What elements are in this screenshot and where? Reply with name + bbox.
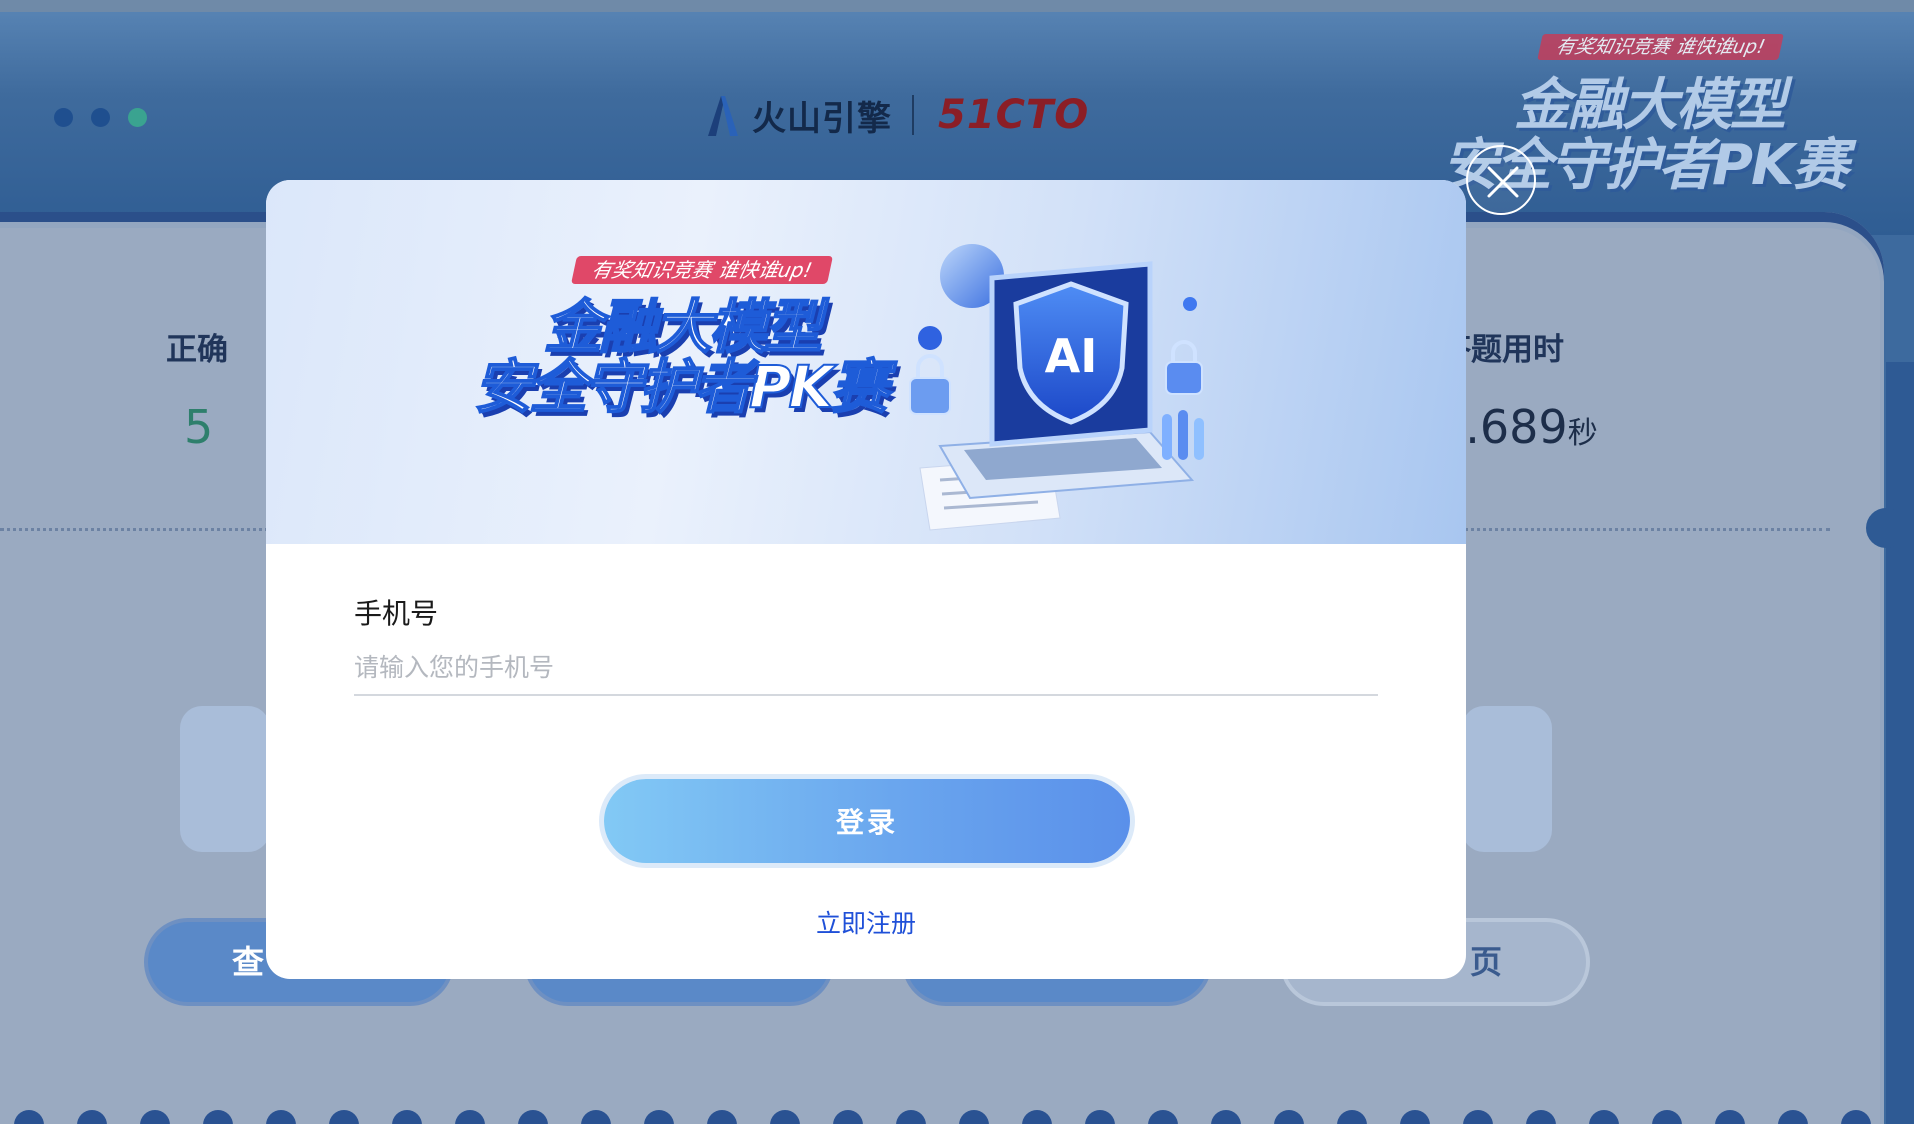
lock-icon	[909, 377, 951, 415]
dot-icon	[266, 1110, 296, 1124]
correct-label: 正确	[166, 332, 228, 368]
dot-icon	[455, 1110, 485, 1124]
answer-card	[180, 706, 270, 852]
dot-icon	[896, 1110, 926, 1124]
right-edge	[1886, 362, 1914, 1124]
dot-icon	[1022, 1110, 1052, 1124]
event-ribbon: 有奖知识竞赛 谁快谁up!	[1537, 34, 1784, 60]
dot-icon	[1463, 1110, 1493, 1124]
dot-icon	[54, 108, 73, 127]
dot-icon	[77, 1110, 107, 1124]
login-modal: 有奖知识竞赛 谁快谁up! 金融大模型 安全守护者PK赛 AI 手机号 请输入您…	[266, 180, 1466, 979]
bottom-dot-border	[14, 1110, 1871, 1124]
dot-icon	[959, 1110, 989, 1124]
dot-icon	[203, 1110, 233, 1124]
app-top-strip	[0, 0, 1914, 12]
brand-logo: 火山引擎 51CTO	[704, 92, 1090, 139]
dot-icon	[1652, 1110, 1682, 1124]
dot-icon	[1337, 1110, 1367, 1124]
dot-icon	[1148, 1110, 1178, 1124]
dot-icon	[518, 1110, 548, 1124]
correct-value: 5	[184, 400, 214, 454]
dot-icon	[1526, 1110, 1556, 1124]
dot-icon	[1274, 1110, 1304, 1124]
modal-banner: 有奖知识竞赛 谁快谁up! 金融大模型 安全守护者PK赛 AI	[266, 180, 1466, 544]
lock-icon	[1165, 361, 1203, 395]
dot-icon	[1715, 1110, 1745, 1124]
right-knob	[1866, 508, 1906, 548]
dot-icon	[707, 1110, 737, 1124]
banner-title-line2: 安全守护者PK赛	[473, 352, 889, 422]
answer-card	[1462, 706, 1552, 852]
logo-divider	[912, 95, 914, 135]
dot-icon	[1778, 1110, 1808, 1124]
dot-icon	[581, 1110, 611, 1124]
brand-primary: 火山引擎	[752, 98, 892, 139]
dot-icon	[14, 1110, 44, 1124]
login-button[interactable]: 登录	[604, 779, 1130, 863]
dot-icon	[392, 1110, 422, 1124]
window-dots	[54, 108, 147, 127]
dot-icon	[1085, 1110, 1115, 1124]
time-unit: 秒	[1567, 416, 1598, 451]
dot-icon	[128, 108, 147, 127]
brand-secondary: 51CTO	[938, 92, 1090, 138]
dot-icon	[770, 1110, 800, 1124]
dot-icon	[91, 108, 110, 127]
dot-icon	[329, 1110, 359, 1124]
security-illustration: AI	[909, 244, 1204, 531]
phone-input[interactable]	[354, 640, 1378, 696]
dot-icon	[833, 1110, 863, 1124]
close-button[interactable]	[1466, 145, 1536, 215]
close-icon	[1487, 166, 1519, 198]
register-link[interactable]: 立即注册	[266, 904, 1466, 940]
volcano-logo-icon	[708, 96, 738, 136]
shield-text: AI	[1045, 329, 1098, 383]
dot-icon	[1211, 1110, 1241, 1124]
dot-icon	[1400, 1110, 1430, 1124]
phone-label: 手机号	[354, 597, 439, 630]
dot-icon	[1589, 1110, 1619, 1124]
dot-icon	[644, 1110, 674, 1124]
dot-icon	[140, 1110, 170, 1124]
dot-icon	[1841, 1110, 1871, 1124]
